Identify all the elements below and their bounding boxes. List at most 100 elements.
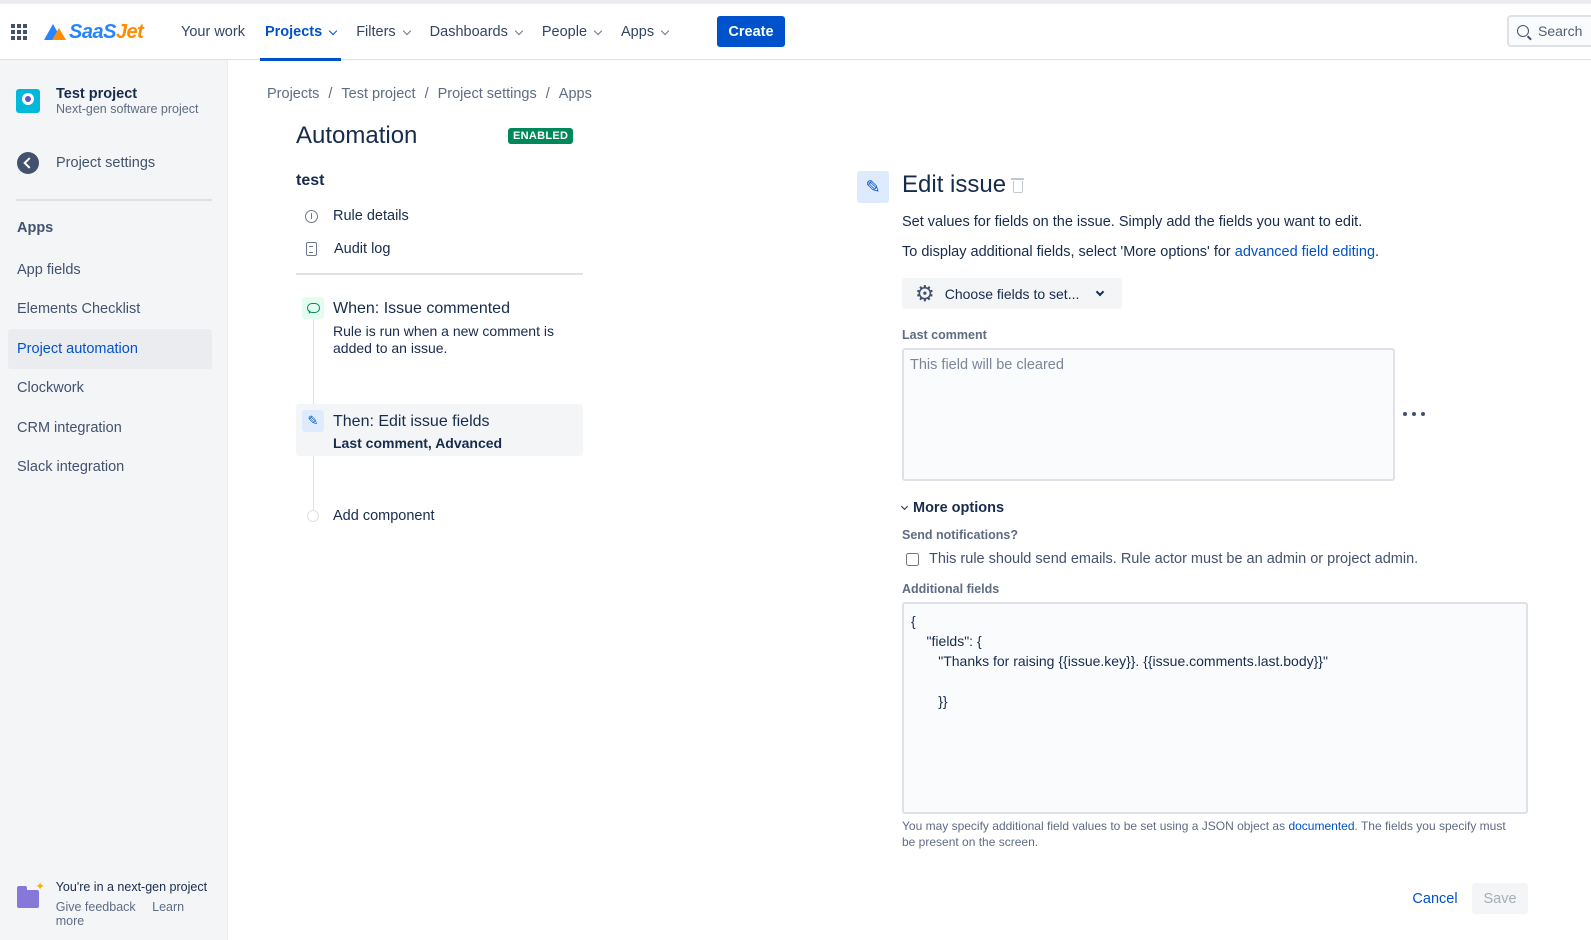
breadcrumb-projects[interactable]: Projects xyxy=(267,86,319,102)
project-type: Next-gen software project xyxy=(56,102,199,116)
top-navigation: SaaSJet Your work Projects Filters Dashb… xyxy=(0,0,1591,61)
cancel-button[interactable]: Cancel xyxy=(1404,883,1466,914)
nav-people[interactable]: People xyxy=(533,4,610,60)
chevron-down-icon xyxy=(328,26,338,35)
app-switcher-icon[interactable] xyxy=(11,24,27,40)
action-title: Then: Edit issue fields xyxy=(333,413,490,430)
sidebar-item-elements-checklist[interactable]: Elements Checklist xyxy=(8,290,212,330)
save-button[interactable]: Save xyxy=(1472,883,1528,914)
nav-label: Projects xyxy=(264,24,323,40)
nav-apps[interactable]: Apps xyxy=(612,4,677,60)
search-box[interactable] xyxy=(1507,15,1591,47)
more-options-toggle[interactable]: More options xyxy=(900,500,1005,516)
nav-label: Apps xyxy=(621,24,655,40)
documented-link[interactable]: documented xyxy=(1288,819,1354,833)
chevron-down-icon xyxy=(593,26,603,35)
action-card[interactable]: ✎ Then: Edit issue fields Last comment, … xyxy=(296,404,583,456)
advanced-field-editing-link[interactable]: advanced field editing xyxy=(1235,244,1375,260)
breadcrumb-apps[interactable]: Apps xyxy=(559,86,592,102)
sidebar-item-clockwork[interactable]: Clockwork xyxy=(8,369,212,409)
search-input[interactable] xyxy=(1538,23,1591,39)
main-nav: Your work Projects Filters Dashboards Pe… xyxy=(172,4,679,61)
sidebar-item-project-automation[interactable]: Project automation xyxy=(8,329,212,369)
chevron-down-icon xyxy=(900,502,909,510)
gear-icon: ⚙ xyxy=(915,280,935,306)
edit-issue-description: Set values for fields on the issue. Simp… xyxy=(902,214,1363,230)
breadcrumb: Projects / Test project / Project settings… xyxy=(267,86,592,102)
hint-text: To display additional fields, select 'Mo… xyxy=(902,244,1235,260)
send-notifications-label: Send notifications? xyxy=(902,528,1018,542)
logo-mark-icon xyxy=(44,22,66,42)
info-icon xyxy=(305,209,318,223)
document-icon xyxy=(306,242,317,256)
sidebar-section-title: Apps xyxy=(17,220,54,236)
project-name: Test project xyxy=(56,86,138,102)
logo-text-jet: Jet xyxy=(115,20,144,43)
panel-divider xyxy=(296,273,583,275)
search-icon xyxy=(1517,25,1529,37)
send-notifications-checkbox[interactable] xyxy=(906,552,919,566)
back-label: Project settings xyxy=(56,155,156,171)
logo-text-saa: Saa xyxy=(69,20,104,43)
nav-projects[interactable]: Projects xyxy=(256,4,345,61)
rule-details-label: Rule details xyxy=(333,208,409,224)
add-component-link[interactable]: Add component xyxy=(333,508,435,524)
nav-filters[interactable]: Filters xyxy=(347,4,418,60)
nav-your-work[interactable]: Your work xyxy=(172,4,254,60)
page-title: Automation xyxy=(296,122,418,149)
audit-log-link[interactable]: Audit log xyxy=(305,241,390,257)
nav-label: Filters xyxy=(356,24,396,40)
saasjet-logo[interactable]: SaaSJet xyxy=(44,19,144,45)
sidebar-item-crm-integration[interactable]: CRM integration xyxy=(8,408,212,448)
nav-label: Your work xyxy=(181,24,245,40)
chevron-down-icon xyxy=(514,26,524,35)
add-component-dot xyxy=(307,510,319,522)
advanced-editing-hint: To display additional fields, select 'Mo… xyxy=(902,244,1379,260)
breadcrumb-test-project[interactable]: Test project xyxy=(341,86,415,102)
action-summary-field: Last comment xyxy=(333,435,428,451)
breadcrumb-project-settings[interactable]: Project settings xyxy=(438,86,537,102)
create-button[interactable]: Create xyxy=(717,16,785,47)
sidebar-item-app-fields[interactable]: App fields xyxy=(8,250,212,290)
help-text: You may specify additional field values … xyxy=(902,819,1289,833)
footer-title: You're in a next-gen project xyxy=(55,880,208,894)
nav-label: Dashboards xyxy=(429,24,508,40)
trash-icon[interactable] xyxy=(1011,178,1024,193)
comment-icon xyxy=(302,297,324,319)
more-actions-icon[interactable] xyxy=(1403,404,1425,424)
audit-log-label: Audit log xyxy=(334,241,391,257)
trigger-title[interactable]: When: Issue commented xyxy=(333,300,510,318)
chevron-down-icon xyxy=(1096,287,1105,296)
additional-fields-editor[interactable]: { "fields": { "Thanks for raising {{issu… xyxy=(902,602,1528,814)
chevron-down-icon xyxy=(402,26,411,35)
nav-dashboards[interactable]: Dashboards xyxy=(421,4,531,60)
breadcrumb-separator: / xyxy=(424,86,429,102)
last-comment-field[interactable] xyxy=(902,348,1395,481)
sidebar-footer: You're in a next-gen project Give feedba… xyxy=(17,878,227,928)
project-sidebar: Test project Next-gen software project P… xyxy=(0,60,228,940)
project-header[interactable]: Test project Next-gen software project xyxy=(16,86,198,116)
send-notifications-text: This rule should send emails. Rule actor… xyxy=(929,551,1419,567)
trigger-description: Rule is run when a new comment is added … xyxy=(333,323,554,356)
back-to-project-settings[interactable]: Project settings xyxy=(17,152,155,174)
more-options-label: More options xyxy=(913,500,1005,516)
action-summary: Last comment, Advanced xyxy=(333,435,502,451)
last-comment-label: Last comment xyxy=(902,328,987,342)
choose-fields-dropdown[interactable]: ⚙ Choose fields to set... xyxy=(902,278,1122,309)
give-feedback-link[interactable]: Give feedback xyxy=(56,900,136,914)
choose-fields-label: Choose fields to set... xyxy=(944,285,1080,302)
next-gen-folder-icon xyxy=(17,880,44,908)
arrow-left-icon xyxy=(17,152,39,174)
send-notifications-row: This rule should send emails. Rule actor… xyxy=(906,551,1418,567)
nav-label: People xyxy=(541,24,588,40)
edit-pencil-icon: ✎ xyxy=(857,171,889,203)
status-badge[interactable]: ENABLED xyxy=(508,128,574,144)
hint-suffix: . xyxy=(1375,244,1380,260)
sidebar-item-slack-integration[interactable]: Slack integration xyxy=(8,448,212,488)
pencil-icon: ✎ xyxy=(302,410,324,432)
rule-name[interactable]: test xyxy=(296,172,324,190)
rule-details-link[interactable]: Rule details xyxy=(305,208,409,224)
breadcrumb-separator: / xyxy=(545,86,550,102)
sidebar-divider xyxy=(16,199,212,201)
sidebar-list: App fields Elements Checklist Project au… xyxy=(8,250,212,487)
